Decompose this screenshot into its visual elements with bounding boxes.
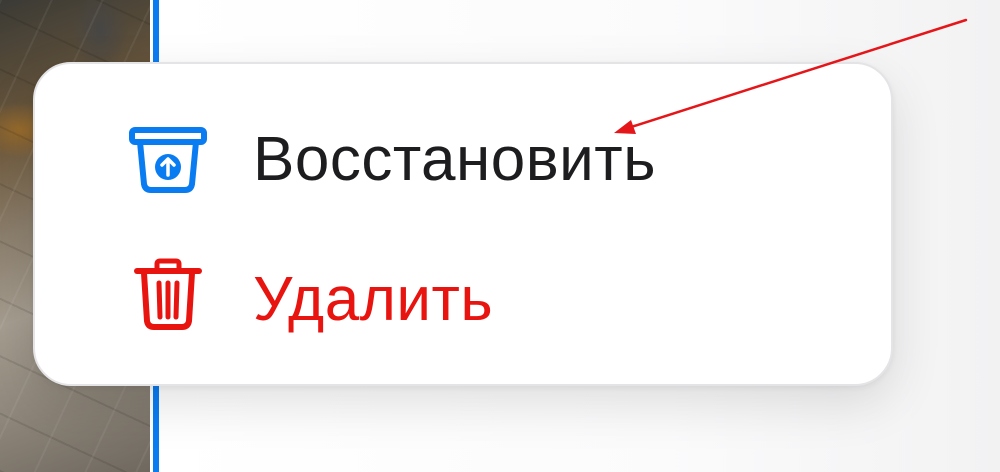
- menu-item-restore[interactable]: Восстановить: [35, 100, 891, 220]
- restore-box-icon: [129, 127, 207, 193]
- menu-item-delete[interactable]: Удалить: [35, 240, 891, 360]
- menu-item-restore-label: Восстановить: [253, 125, 657, 194]
- context-menu: Восстановить Удалить: [33, 62, 893, 386]
- menu-item-delete-label: Удалить: [253, 265, 494, 334]
- trash-icon: [134, 258, 202, 330]
